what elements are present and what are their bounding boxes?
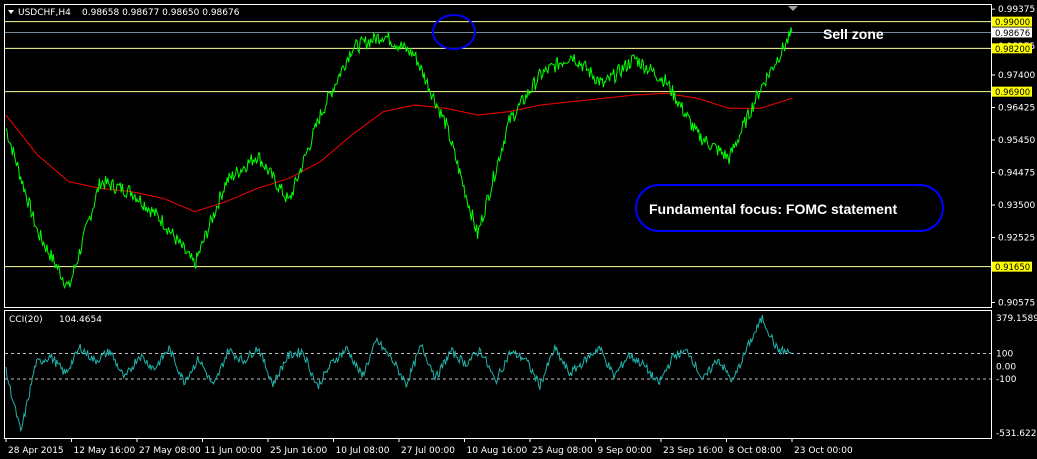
- y-tick-label: 0.97400: [998, 71, 1035, 81]
- level-price-tag-label: 0.99000: [995, 18, 1030, 28]
- y-tick-label: 0.99375: [998, 5, 1035, 15]
- level-price-tag-label: 0.91650: [995, 263, 1030, 273]
- collapse-arrow-icon[interactable]: [8, 10, 14, 14]
- y-tick-label: 0.93500: [998, 201, 1035, 211]
- cci-value: 104.4654: [59, 315, 102, 325]
- cci-tick-label: 379.1589: [996, 314, 1037, 324]
- y-tick-label: 0.96425: [998, 104, 1035, 114]
- ohlc-values: 0.98658 0.98677 0.98650 0.98676: [82, 8, 240, 18]
- cci-subwindow-frame: [4, 310, 992, 439]
- x-tick-label: 27 Jul 00:00: [401, 446, 455, 456]
- x-tick-label: 23 Sep 16:00: [663, 446, 723, 456]
- cci-tick-label: 0.00: [996, 362, 1016, 372]
- x-tick-label: 25 Jun 16:00: [270, 446, 327, 456]
- cci-name: CCI(20): [9, 315, 43, 325]
- cci-line: [5, 314, 793, 433]
- cci-tick-label: -100: [996, 375, 1017, 385]
- y-tick-label: 0.92525: [998, 234, 1035, 244]
- shift-marker-icon[interactable]: [788, 6, 798, 11]
- y-tick-label: 0.94475: [998, 169, 1035, 179]
- main-chart-frame: [4, 4, 992, 308]
- level-price-tag-label: 0.96900: [995, 88, 1030, 98]
- price-line: [5, 27, 793, 290]
- x-tick-label: 28 Apr 2015: [8, 446, 64, 456]
- symbol-timeframe: USDCHF,H4: [18, 8, 71, 18]
- sell-zone-label: Sell zone: [823, 26, 884, 42]
- x-tick-label: 25 Aug 08:00: [532, 446, 593, 456]
- x-tick-label: 27 May 08:00: [139, 446, 201, 456]
- x-tick-label: 9 Sep 00:00: [598, 446, 653, 456]
- x-tick-label: 12 May 16:00: [74, 446, 136, 456]
- x-tick-label: 10 Aug 16:00: [467, 446, 528, 456]
- chart-canvas: 0.993750.982750.974000.964250.954500.944…: [4, 4, 1037, 456]
- current-price-tag-label: 0.98676: [995, 29, 1030, 39]
- y-tick-label: 0.90575: [998, 299, 1035, 309]
- x-tick-label: 11 Jun 00:00: [205, 446, 262, 456]
- level-price-tag-label: 0.98200: [995, 45, 1030, 55]
- fundamental-focus-text: Fundamental focus: FOMC statement: [649, 201, 897, 217]
- x-tick-label: 10 Jul 08:00: [336, 446, 390, 456]
- x-tick-label: 23 Oct 00:00: [794, 446, 853, 456]
- y-tick-label: 0.95450: [998, 136, 1035, 146]
- cci-tick-label: -531.6224: [996, 429, 1037, 439]
- cci-tick-label: 100: [996, 350, 1013, 360]
- x-tick-label: 8 Oct 08:00: [729, 446, 782, 456]
